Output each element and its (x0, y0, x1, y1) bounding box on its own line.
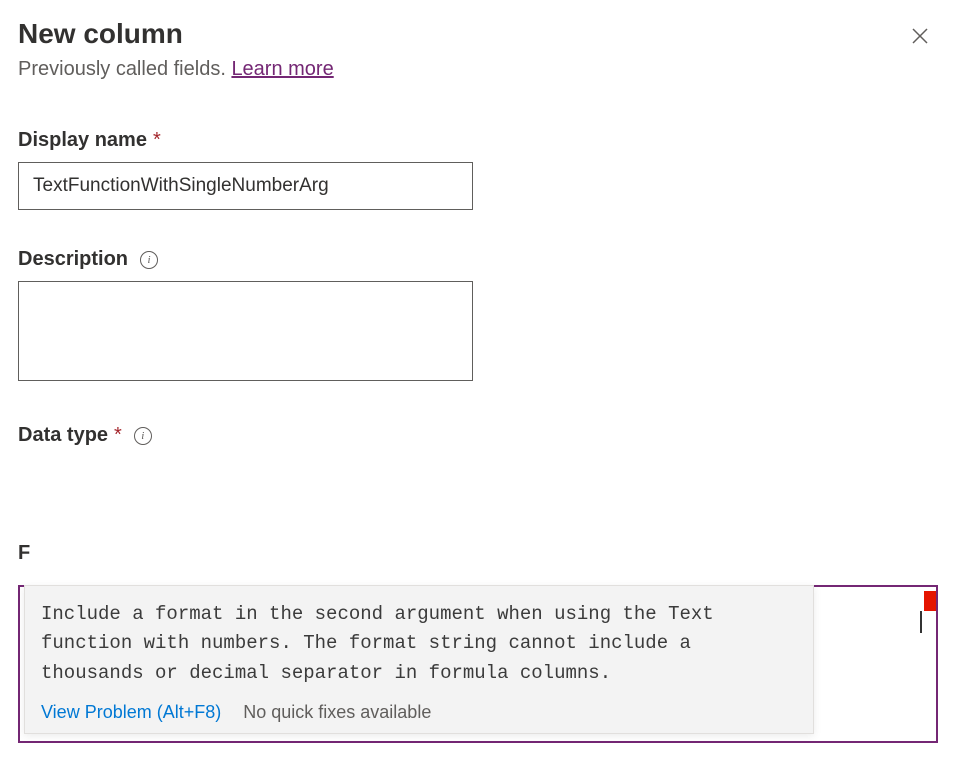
tooltip-message: Include a format in the second argument … (41, 600, 797, 688)
no-quick-fixes-text: No quick fixes available (243, 702, 431, 723)
required-indicator: * (153, 129, 161, 152)
display-name-input[interactable] (18, 162, 473, 210)
error-marker-icon (924, 591, 936, 611)
display-name-label: Display name (18, 129, 147, 152)
description-input[interactable] (18, 281, 473, 381)
data-type-label: Data type (18, 424, 108, 447)
required-indicator: * (114, 424, 122, 447)
subtitle-prefix: Previously called fields. (18, 58, 231, 80)
error-tooltip: Include a format in the second argument … (24, 585, 814, 734)
close-button[interactable] (902, 18, 938, 54)
panel-subtitle: Previously called fields. Learn more (18, 58, 938, 81)
description-label: Description (18, 248, 128, 271)
info-icon[interactable]: i (140, 251, 158, 269)
info-icon[interactable]: i (134, 427, 152, 445)
panel-title: New column (18, 18, 183, 50)
learn-more-link[interactable]: Learn more (231, 58, 333, 80)
close-icon (910, 26, 930, 46)
view-problem-link[interactable]: View Problem (Alt+F8) (41, 702, 221, 723)
formula-label-obscured: F (18, 542, 30, 565)
scrollbar-thumb[interactable] (920, 611, 922, 633)
